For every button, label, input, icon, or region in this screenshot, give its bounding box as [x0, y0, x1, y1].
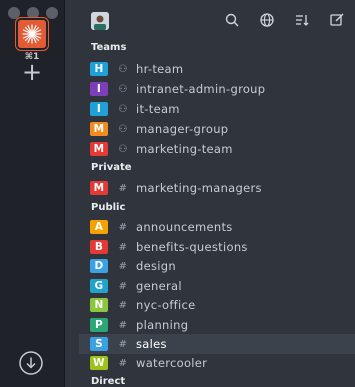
channel-avatar: W	[90, 356, 108, 370]
channel-avatar: I	[90, 102, 108, 116]
channel-label: hr-team	[136, 62, 184, 76]
search-icon[interactable]	[224, 12, 240, 28]
channel-avatar: N	[90, 298, 108, 312]
avatar-image	[91, 12, 109, 30]
section-title-direct: Direct	[91, 376, 126, 387]
zoom-window-button[interactable]	[46, 7, 58, 19]
channel-label: marketing-managers	[136, 181, 262, 195]
channel-avatar: M	[90, 122, 108, 136]
channel-label: intranet-admin-group	[136, 82, 266, 96]
user-avatar[interactable]	[91, 12, 109, 30]
team-icon: ⚇	[118, 83, 128, 95]
server-rail: ⌘1 +	[0, 0, 65, 387]
minimize-window-button[interactable]	[27, 7, 39, 19]
sidebar-item-marketing-managers[interactable]: M # marketing-managers	[89, 178, 355, 198]
hash-icon: #	[118, 241, 128, 253]
channel-label: benefits-questions	[136, 240, 248, 254]
sidebar-item-marketing-team[interactable]: M ⚇ marketing-team	[89, 139, 355, 159]
globe-icon[interactable]	[259, 12, 275, 28]
hash-icon: #	[118, 338, 128, 350]
team-icon: ⚇	[118, 143, 128, 155]
section-title-teams: Teams	[91, 42, 127, 53]
edit-icon[interactable]	[329, 12, 345, 28]
sidebar-item-hr-team[interactable]: H ⚇ hr-team	[89, 59, 355, 79]
add-server-button[interactable]: +	[0, 58, 64, 86]
channel-avatar: S	[90, 337, 108, 351]
sidebar-item-manager-group[interactable]: M ⚇ manager-group	[89, 119, 355, 139]
channel-avatar: M	[90, 181, 108, 195]
private-hash-icon: #	[118, 182, 128, 194]
channel-label: general	[136, 279, 182, 293]
channel-avatar: I	[90, 82, 108, 96]
sidebar-item-general[interactable]: G # general	[89, 276, 355, 296]
channel-avatar: P	[90, 318, 108, 332]
sidebar-item-it-team[interactable]: I ⚇ it-team	[89, 99, 355, 119]
sidebar-item-intranet-admin-group[interactable]: I ⚇ intranet-admin-group	[89, 79, 355, 99]
hash-icon: #	[118, 260, 128, 272]
hash-icon: #	[118, 319, 128, 331]
hash-icon: #	[118, 299, 128, 311]
sidebar-item-announcements[interactable]: A # announcements	[89, 217, 355, 237]
download-icon[interactable]	[18, 350, 44, 376]
server-icon[interactable]	[18, 20, 46, 48]
channel-label: marketing-team	[136, 142, 233, 156]
team-icon: ⚇	[118, 103, 128, 115]
sidebar-item-nyc-office[interactable]: N # nyc-office	[89, 295, 355, 315]
channel-label: nyc-office	[136, 298, 196, 312]
close-window-button[interactable]	[8, 7, 20, 19]
hash-icon: #	[118, 280, 128, 292]
channel-label: announcements	[136, 220, 233, 234]
channel-label: watercooler	[136, 356, 208, 370]
window-controls	[8, 7, 58, 19]
team-icon: ⚇	[118, 123, 128, 135]
channel-avatar: B	[90, 240, 108, 254]
section-title-public: Public	[91, 202, 126, 213]
channel-label: it-team	[136, 102, 180, 116]
channel-avatar: D	[90, 259, 108, 273]
header-actions	[224, 12, 345, 28]
hash-icon: #	[118, 221, 128, 233]
sidebar-header	[65, 0, 355, 36]
channel-label: planning	[136, 318, 189, 332]
sort-icon[interactable]	[294, 12, 310, 28]
starburst-logo-icon	[22, 24, 42, 44]
section-title-private: Private	[91, 162, 132, 173]
channel-avatar: M	[90, 142, 108, 156]
channel-label: manager-group	[136, 122, 229, 136]
channel-avatar: H	[90, 62, 108, 76]
sidebar-item-sales[interactable]: S # sales	[79, 334, 355, 354]
channel-avatar: G	[90, 279, 108, 293]
sidebar-item-planning[interactable]: P # planning	[89, 315, 355, 335]
sidebar-item-benefits-questions[interactable]: B # benefits-questions	[89, 237, 355, 257]
sidebar-item-watercooler[interactable]: W # watercooler	[89, 353, 355, 373]
channel-avatar: A	[90, 220, 108, 234]
channel-label: design	[136, 259, 176, 273]
channel-label: sales	[136, 337, 167, 351]
sidebar-item-design[interactable]: D # design	[89, 256, 355, 276]
hash-icon: #	[118, 357, 128, 369]
channel-sidebar: Teams H ⚇ hr-team I ⚇ intranet-admin-gro…	[65, 0, 355, 387]
team-icon: ⚇	[118, 63, 128, 75]
